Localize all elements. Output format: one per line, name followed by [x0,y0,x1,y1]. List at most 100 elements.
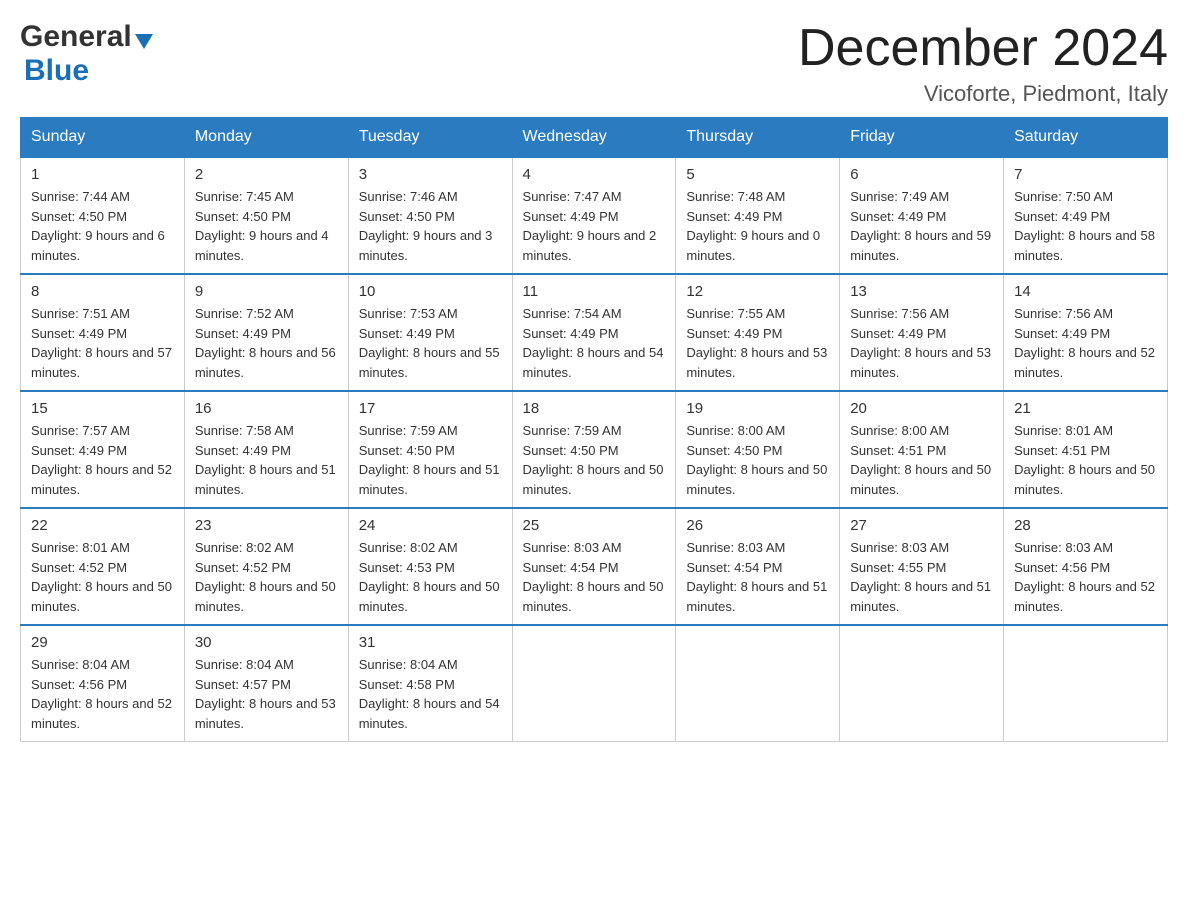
calendar-cell: 11 Sunrise: 7:54 AMSunset: 4:49 PMDayligh… [512,274,676,391]
day-info: Sunrise: 8:03 AMSunset: 4:56 PMDaylight:… [1014,538,1157,616]
day-number: 16 [195,400,338,417]
calendar-cell: 8 Sunrise: 7:51 AMSunset: 4:49 PMDaylight… [21,274,185,391]
calendar-cell [840,625,1004,742]
day-info: Sunrise: 7:56 AMSunset: 4:49 PMDaylight:… [850,304,993,382]
calendar-cell: 14 Sunrise: 7:56 AMSunset: 4:49 PMDayligh… [1004,274,1168,391]
day-info: Sunrise: 7:50 AMSunset: 4:49 PMDaylight:… [1014,187,1157,265]
calendar-week-row: 1 Sunrise: 7:44 AMSunset: 4:50 PMDaylight… [21,157,1168,274]
calendar-cell: 9 Sunrise: 7:52 AMSunset: 4:49 PMDaylight… [184,274,348,391]
calendar-week-row: 15Sunrise: 7:57 AMSunset: 4:49 PMDayligh… [21,391,1168,508]
logo-general-text: General [20,20,132,54]
day-number: 1 [31,166,174,183]
day-info: Sunrise: 8:03 AMSunset: 4:54 PMDaylight:… [523,538,666,616]
calendar-cell: 30 Sunrise: 8:04 AMSunset: 4:57 PMDayligh… [184,625,348,742]
calendar-cell: 17Sunrise: 7:59 AMSunset: 4:50 PMDayligh… [348,391,512,508]
day-number: 21 [1014,400,1157,417]
day-info: Sunrise: 7:54 AMSunset: 4:49 PMDaylight:… [523,304,666,382]
day-number: 29 [31,634,174,651]
calendar-cell [1004,625,1168,742]
day-info: Sunrise: 8:02 AMSunset: 4:53 PMDaylight:… [359,538,502,616]
logo-blue-text: Blue [24,54,89,87]
calendar-cell: 13 Sunrise: 7:56 AMSunset: 4:49 PMDayligh… [840,274,1004,391]
day-info: Sunrise: 8:04 AMSunset: 4:58 PMDaylight:… [359,655,502,733]
day-info: Sunrise: 8:04 AMSunset: 4:57 PMDaylight:… [195,655,338,733]
day-number: 4 [523,166,666,183]
day-number: 7 [1014,166,1157,183]
day-info: Sunrise: 7:51 AMSunset: 4:49 PMDaylight:… [31,304,174,382]
day-number: 27 [850,517,993,534]
calendar-cell [676,625,840,742]
day-info: Sunrise: 8:01 AMSunset: 4:51 PMDaylight:… [1014,421,1157,499]
day-number: 28 [1014,517,1157,534]
calendar-cell: 4Sunrise: 7:47 AMSunset: 4:49 PMDaylight… [512,157,676,274]
logo: General Blue [20,20,153,88]
calendar-cell [512,625,676,742]
day-number: 10 [359,283,502,300]
calendar-cell: 29 Sunrise: 8:04 AMSunset: 4:56 PMDayligh… [21,625,185,742]
day-number: 9 [195,283,338,300]
calendar-cell: 26 Sunrise: 8:03 AMSunset: 4:54 PMDayligh… [676,508,840,625]
day-number: 8 [31,283,174,300]
day-info: Sunrise: 8:00 AMSunset: 4:50 PMDaylight:… [686,421,829,499]
day-info: Sunrise: 7:59 AMSunset: 4:50 PMDaylight:… [523,421,666,499]
day-info: Sunrise: 7:48 AMSunset: 4:49 PMDaylight:… [686,187,829,265]
calendar-week-row: 29 Sunrise: 8:04 AMSunset: 4:56 PMDayligh… [21,625,1168,742]
calendar-week-row: 22Sunrise: 8:01 AMSunset: 4:52 PMDayligh… [21,508,1168,625]
day-info: Sunrise: 7:49 AMSunset: 4:49 PMDaylight:… [850,187,993,265]
calendar-cell: 18 Sunrise: 7:59 AMSunset: 4:50 PMDayligh… [512,391,676,508]
calendar-cell: 25 Sunrise: 8:03 AMSunset: 4:54 PMDayligh… [512,508,676,625]
title-section: December 2024 Vicoforte, Piedmont, Italy [798,20,1168,107]
calendar-cell: 16 Sunrise: 7:58 AMSunset: 4:49 PMDayligh… [184,391,348,508]
day-of-week-header: Saturday [1004,118,1168,158]
day-number: 13 [850,283,993,300]
calendar-cell: 3 Sunrise: 7:46 AMSunset: 4:50 PMDaylight… [348,157,512,274]
day-info: Sunrise: 8:04 AMSunset: 4:56 PMDaylight:… [31,655,174,733]
day-info: Sunrise: 7:45 AMSunset: 4:50 PMDaylight:… [195,187,338,265]
day-number: 14 [1014,283,1157,300]
calendar-cell: 10 Sunrise: 7:53 AMSunset: 4:49 PMDayligh… [348,274,512,391]
calendar-cell: 2Sunrise: 7:45 AMSunset: 4:50 PMDaylight… [184,157,348,274]
day-info: Sunrise: 7:46 AMSunset: 4:50 PMDaylight:… [359,187,502,265]
day-info: Sunrise: 8:02 AMSunset: 4:52 PMDaylight:… [195,538,338,616]
day-number: 31 [359,634,502,651]
day-number: 3 [359,166,502,183]
day-info: Sunrise: 8:01 AMSunset: 4:52 PMDaylight:… [31,538,174,616]
day-number: 26 [686,517,829,534]
calendar-week-row: 8 Sunrise: 7:51 AMSunset: 4:49 PMDaylight… [21,274,1168,391]
calendar-cell: 21 Sunrise: 8:01 AMSunset: 4:51 PMDayligh… [1004,391,1168,508]
calendar-cell: 19 Sunrise: 8:00 AMSunset: 4:50 PMDayligh… [676,391,840,508]
calendar-cell: 7 Sunrise: 7:50 AMSunset: 4:49 PMDaylight… [1004,157,1168,274]
day-of-week-header: Friday [840,118,1004,158]
calendar-cell: 15Sunrise: 7:57 AMSunset: 4:49 PMDayligh… [21,391,185,508]
calendar-cell: 22Sunrise: 8:01 AMSunset: 4:52 PMDayligh… [21,508,185,625]
calendar-cell: 23 Sunrise: 8:02 AMSunset: 4:52 PMDayligh… [184,508,348,625]
day-info: Sunrise: 8:03 AMSunset: 4:54 PMDaylight:… [686,538,829,616]
day-of-week-header: Wednesday [512,118,676,158]
day-info: Sunrise: 8:00 AMSunset: 4:51 PMDaylight:… [850,421,993,499]
day-number: 25 [523,517,666,534]
logo-triangle-icon [135,34,153,49]
day-number: 23 [195,517,338,534]
calendar-body: 1 Sunrise: 7:44 AMSunset: 4:50 PMDaylight… [21,157,1168,742]
day-of-week-header: Monday [184,118,348,158]
day-info: Sunrise: 7:52 AMSunset: 4:49 PMDaylight:… [195,304,338,382]
day-info: Sunrise: 7:58 AMSunset: 4:49 PMDaylight:… [195,421,338,499]
day-info: Sunrise: 8:03 AMSunset: 4:55 PMDaylight:… [850,538,993,616]
calendar-header: SundayMondayTuesdayWednesdayThursdayFrid… [21,118,1168,158]
day-number: 5 [686,166,829,183]
day-info: Sunrise: 7:57 AMSunset: 4:49 PMDaylight:… [31,421,174,499]
day-number: 30 [195,634,338,651]
day-info: Sunrise: 7:56 AMSunset: 4:49 PMDaylight:… [1014,304,1157,382]
day-number: 19 [686,400,829,417]
day-number: 12 [686,283,829,300]
location-title: Vicoforte, Piedmont, Italy [798,81,1168,107]
calendar-cell: 28 Sunrise: 8:03 AMSunset: 4:56 PMDayligh… [1004,508,1168,625]
day-number: 6 [850,166,993,183]
day-number: 11 [523,283,666,300]
day-number: 18 [523,400,666,417]
calendar-cell: 6 Sunrise: 7:49 AMSunset: 4:49 PMDaylight… [840,157,1004,274]
calendar-cell: 5 Sunrise: 7:48 AMSunset: 4:49 PMDaylight… [676,157,840,274]
day-info: Sunrise: 7:44 AMSunset: 4:50 PMDaylight:… [31,187,174,265]
day-of-week-header: Sunday [21,118,185,158]
day-info: Sunrise: 7:53 AMSunset: 4:49 PMDaylight:… [359,304,502,382]
